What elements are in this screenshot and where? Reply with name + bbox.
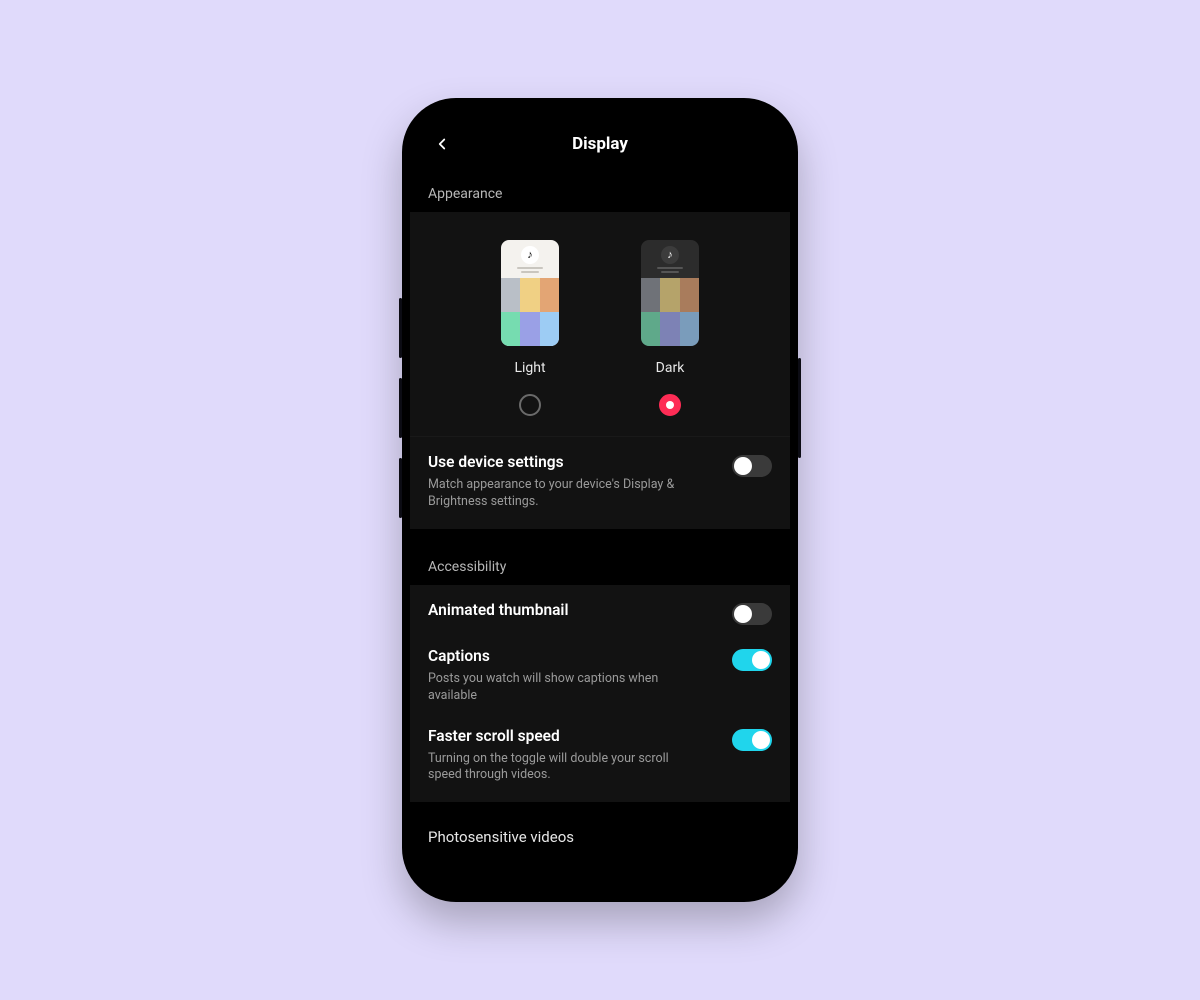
photosensitive-section-label[interactable]: Photosensitive videos: [410, 822, 790, 856]
appearance-section-label: Appearance: [410, 176, 790, 212]
theme-thumbnail-dark: ♪: [641, 240, 699, 346]
phone-screen: Display Appearance ♪: [410, 106, 790, 894]
theme-radio-light[interactable]: [519, 394, 541, 416]
accessibility-section-label: Accessibility: [410, 549, 790, 585]
animated-thumbnail-toggle[interactable]: [732, 603, 772, 625]
theme-option-light[interactable]: ♪ Light: [501, 240, 559, 416]
back-button[interactable]: [432, 134, 452, 154]
animated-thumbnail-title: Animated thumbnail: [428, 601, 568, 619]
theme-label-dark: Dark: [656, 360, 685, 376]
captions-desc: Posts you watch will show captions when …: [428, 671, 678, 705]
faster-scroll-toggle[interactable]: [732, 729, 772, 751]
theme-radio-dark[interactable]: [659, 394, 681, 416]
use-device-settings-row: Use device settings Match appearance to …: [428, 453, 772, 511]
faster-scroll-title: Faster scroll speed: [428, 727, 678, 745]
chevron-left-icon: [433, 135, 451, 153]
captions-row: Captions Posts you watch will show capti…: [428, 647, 772, 705]
captions-toggle[interactable]: [732, 649, 772, 671]
use-device-desc: Match appearance to your device's Displa…: [428, 477, 678, 511]
use-device-title: Use device settings: [428, 453, 678, 471]
use-device-toggle[interactable]: [732, 455, 772, 477]
phone-frame: Display Appearance ♪: [402, 98, 798, 902]
theme-label-light: Light: [514, 360, 545, 376]
thumb-color-grid: [501, 278, 559, 346]
faster-scroll-desc: Turning on the toggle will double your s…: [428, 751, 678, 785]
thumb-lines-icon: [657, 267, 683, 273]
faster-scroll-row: Faster scroll speed Turning on the toggl…: [428, 727, 772, 785]
theme-option-dark[interactable]: ♪ Dark: [641, 240, 699, 416]
accessibility-panel: Animated thumbnail Captions Posts you wa…: [410, 585, 790, 803]
nav-header: Display: [410, 112, 790, 176]
thumb-color-grid: [641, 278, 699, 346]
use-device-row-wrap: Use device settings Match appearance to …: [410, 436, 790, 529]
page-frame: Display Appearance ♪: [0, 0, 1200, 1000]
thumb-lines-icon: [517, 267, 543, 273]
page-title: Display: [572, 134, 628, 154]
theme-selector: ♪ Light: [410, 212, 790, 436]
tiktok-icon: ♪: [661, 246, 679, 264]
scroll-area[interactable]: Display Appearance ♪: [410, 106, 790, 894]
animated-thumbnail-row: Animated thumbnail: [428, 601, 772, 625]
captions-title: Captions: [428, 647, 678, 665]
theme-thumbnail-light: ♪: [501, 240, 559, 346]
tiktok-icon: ♪: [521, 246, 539, 264]
appearance-panel: ♪ Light: [410, 212, 790, 529]
